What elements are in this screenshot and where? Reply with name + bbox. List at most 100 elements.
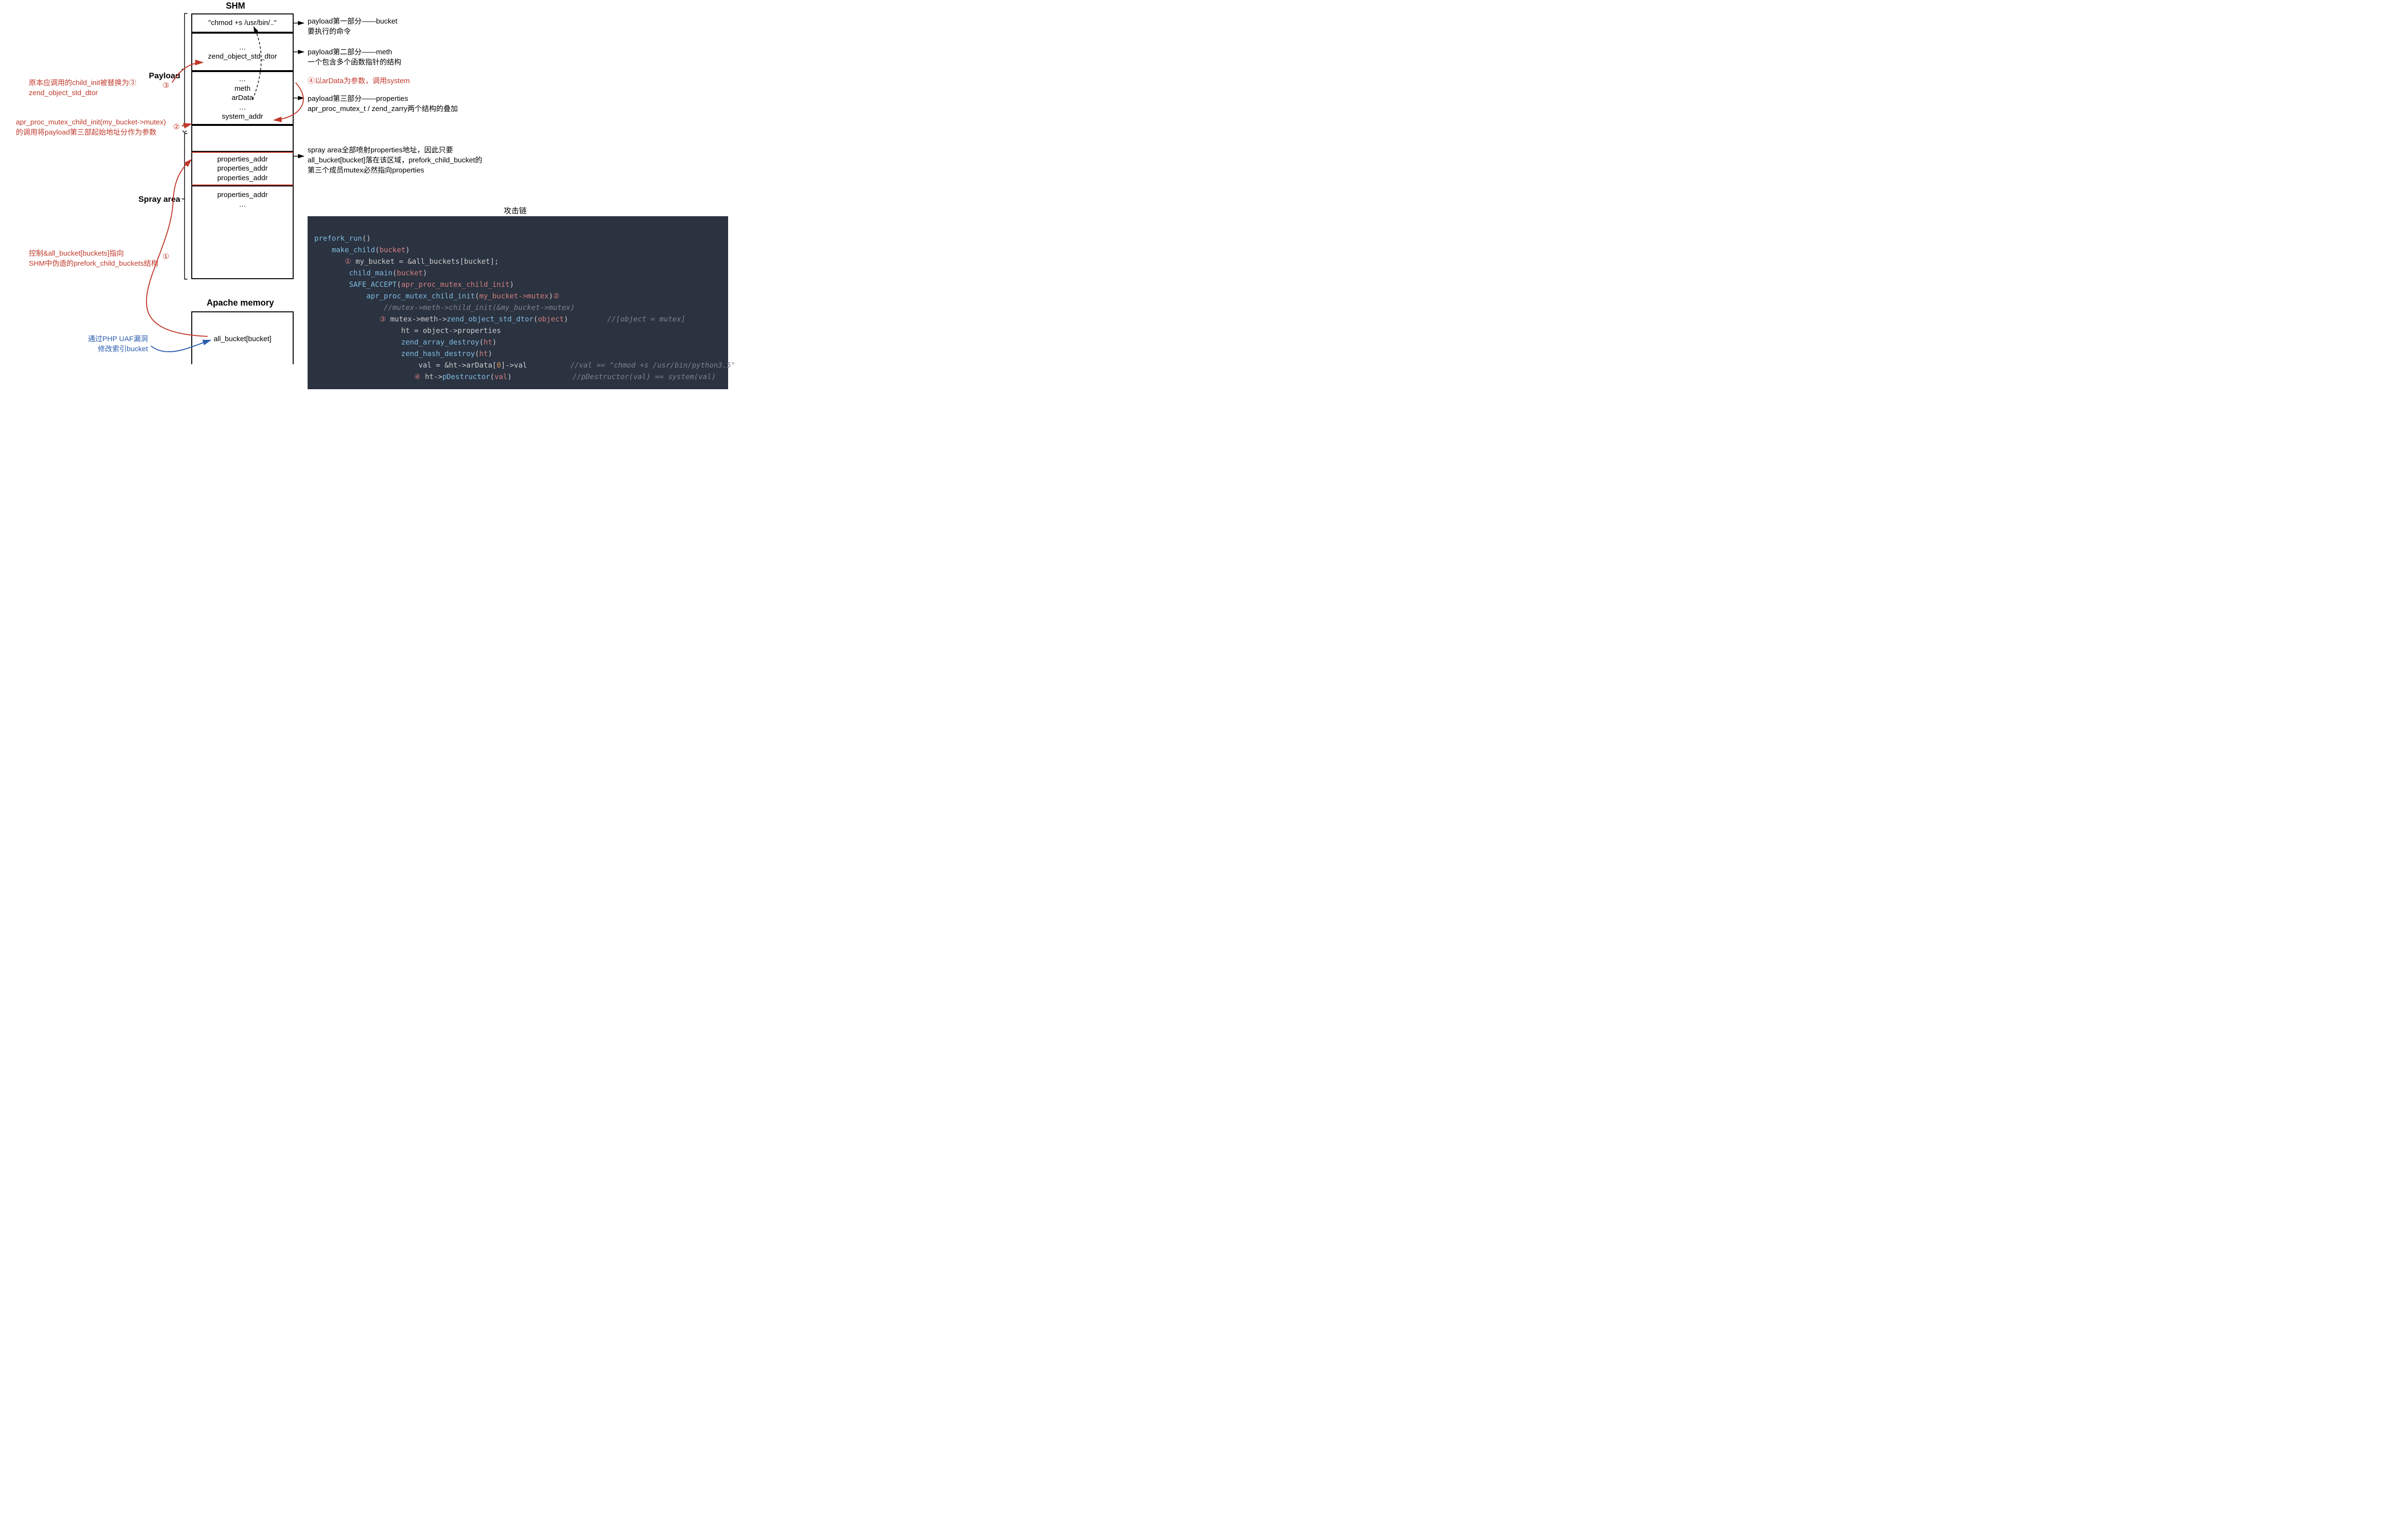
code-l12b: 0 [496, 361, 501, 370]
code-l13b: pDestructor [442, 372, 490, 381]
red-4: ④以arData为参数，调用system [308, 76, 410, 86]
code-l06b: ( [475, 292, 479, 300]
desc-p3b: apr_proc_mutex_t / zend_zarry两个结构的叠加 [308, 104, 458, 114]
code-l11d: ) [488, 349, 492, 358]
red1b: SHM中伪造的prefork_child_buckets结构 [29, 259, 158, 269]
code-l05b: ( [397, 280, 401, 289]
chain-title: 攻击链 [504, 204, 527, 216]
uaf-b: 修改索引bucket [88, 344, 148, 354]
code-l12a: val = &ht->arData[ [419, 361, 497, 370]
cell-props-red: properties_addr properties_addr properti… [191, 152, 294, 185]
props1: properties_addr [217, 155, 268, 164]
code-l08b: zend_object_std_dtor [446, 315, 533, 323]
code-l04b: ( [393, 269, 397, 277]
red1a: 控制&all_bucket[buckets]指向 [29, 248, 158, 259]
desc-p2: payload第二部分——meth 一个包含多个函数指针的结构 [308, 47, 401, 67]
red-1: 控制&all_bucket[buckets]指向 SHM中伪造的prefork_… [29, 248, 158, 269]
code-l11b: ( [475, 349, 479, 358]
code-l08a: mutex->meth-> [386, 315, 446, 323]
code-l08c: ( [533, 315, 538, 323]
code-l06m: ② [553, 292, 559, 300]
code-l03m: ① [345, 257, 351, 266]
code-l08m: ③ [379, 315, 385, 323]
code-l04a: child_main [349, 269, 392, 277]
code-l13cmt: //pDestructor(val) == system(val) [572, 372, 716, 381]
desc-p1a: payload第一部分——bucket [308, 16, 397, 26]
red3b: zend_object_std_dtor [29, 88, 136, 98]
meth: meth [235, 84, 250, 94]
code-l09: ht = object->properties [401, 326, 501, 335]
spray-label: Spray area [123, 195, 180, 204]
code-l06d: ) [549, 292, 553, 300]
zend-dtor: zend_object_std_dtor [208, 52, 277, 62]
code-l02c: bucket [379, 246, 405, 254]
red2a: apr_proc_mutex_child_init(my_bucket->mut… [16, 117, 166, 127]
red2b: 的调用将payload第三部起始地址分作为参数 [16, 127, 166, 137]
circle-2: ② [173, 122, 180, 133]
cell-gap [191, 125, 294, 152]
desc-p2b: 一个包含多个函数指针的结构 [308, 57, 401, 67]
dots4: … [239, 200, 246, 209]
code-l01b: () [362, 234, 371, 243]
code-l13e: ) [508, 372, 512, 381]
dots2: … [239, 74, 246, 84]
desc-spa: spray area全部喷射properties地址，因此只要 [308, 145, 483, 155]
code-l06c: my_bucket->mutex [479, 292, 549, 300]
desc-p2a: payload第二部分——meth [308, 47, 401, 57]
code-l12cmt: //val == "chmod +s /usr/bin/python3.5" [570, 361, 735, 370]
cell-apache: all_bucket[bucket] [191, 311, 294, 364]
code-l01a: prefork_run [314, 234, 362, 243]
code-l13d: val [495, 372, 508, 381]
code-l12c: ]->val [501, 361, 527, 370]
code-l13m: ④ [414, 372, 421, 381]
desc-spb: all_bucket[bucket]落在该区域，prefork_child_bu… [308, 155, 483, 165]
dots3: … [239, 103, 246, 112]
code-l11a: zend_hash_destroy [401, 349, 475, 358]
code-l06a: apr_proc_mutex_child_init [366, 292, 475, 300]
dots1: … [239, 43, 246, 52]
desc-p1: payload第一部分——bucket 要执行的命令 [308, 16, 397, 37]
cell-bucket-cmd: "chmod +s /usr/bin/.." [191, 13, 294, 33]
code-l10d: ) [492, 338, 496, 346]
uaf-a: 通过PHP UAF漏洞 [88, 334, 148, 344]
desc-spray: spray area全部喷射properties地址，因此只要 all_buck… [308, 145, 483, 175]
code-l05a: SAFE_ACCEPT [349, 280, 396, 289]
code-l02a: make_child [332, 246, 375, 254]
code-l10c: ht [483, 338, 492, 346]
code-l11c: ht [479, 349, 488, 358]
arData: arData [232, 93, 253, 103]
code-l05d: ) [509, 280, 514, 289]
code-l13c: ( [490, 372, 495, 381]
code-l04d: ) [423, 269, 427, 277]
code-l07: //mutex->meth->child_init(&my_bucket->mu… [384, 303, 575, 312]
code-l10b: ( [479, 338, 483, 346]
circle-3: ③ [162, 81, 169, 91]
blue-uaf: 通过PHP UAF漏洞 修改索引bucket [88, 334, 148, 354]
cell-zend-block: … zend_object_std_dtor [191, 33, 294, 71]
code-l08cmt: //[object = mutex] [607, 315, 686, 323]
apache-title: Apache memory [207, 298, 274, 308]
code-l05c: apr_proc_mutex_child_init [401, 280, 510, 289]
code-l02d: ) [406, 246, 410, 254]
code-block: prefork_run() make_child(bucket) ① my_bu… [308, 216, 728, 389]
props4: properties_addr [217, 190, 268, 200]
code-l08e: ) [564, 315, 568, 323]
cell-meth-block: … meth arData … system_addr [191, 71, 294, 125]
cell-props-rest: properties_addr … [191, 185, 294, 279]
code-l04c: bucket [397, 269, 423, 277]
all-bucket: all_bucket[bucket] [213, 334, 271, 344]
desc-spc: 第三个成员mutex必然指向properties [308, 165, 483, 175]
desc-p3: payload第三部分——properties apr_proc_mutex_t… [308, 94, 458, 114]
circle-1: ① [162, 252, 169, 262]
code-l03a: my_bucket = &all_buckets[bucket]; [351, 257, 499, 266]
shm-title: SHM [226, 1, 245, 11]
red-3: 原本应调用的child_init被替换为③ zend_object_std_dt… [29, 78, 136, 98]
props3: properties_addr [217, 173, 268, 183]
red-2: apr_proc_mutex_child_init(my_bucket->mut… [16, 117, 166, 137]
code-l13a: ht-> [421, 372, 442, 381]
desc-p3a: payload第三部分——properties [308, 94, 458, 104]
code-l08d: object [538, 315, 564, 323]
props2: properties_addr [217, 164, 268, 173]
red3a: 原本应调用的child_init被替换为③ [29, 78, 136, 88]
code-l10a: zend_array_destroy [401, 338, 480, 346]
